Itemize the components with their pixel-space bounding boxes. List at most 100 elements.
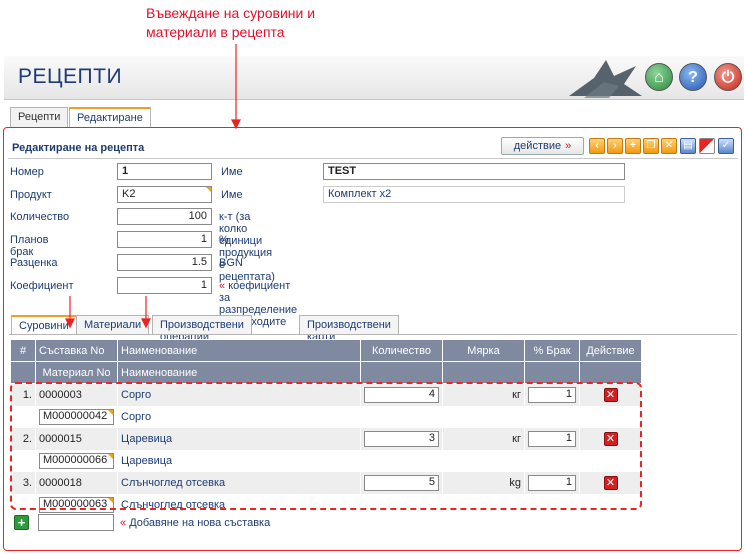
quantity-field[interactable]: 100	[117, 208, 212, 225]
panel-title: Редактиране на рецепта	[12, 142, 145, 154]
name-field[interactable]: TEST	[323, 163, 625, 180]
add-component-label[interactable]: Добавяне на нова съставка	[129, 517, 270, 529]
table-subrow: M000000063 Слънчоглед отсевка	[10, 493, 642, 516]
name-label: Име	[221, 166, 243, 178]
prev-icon[interactable]: ‹	[589, 138, 605, 154]
help-icon[interactable]: ?	[679, 63, 707, 91]
add-marker: «	[120, 517, 127, 529]
subcol-blank-3	[524, 361, 580, 384]
row-component: 0000018	[35, 471, 118, 494]
col-unit: Мярка	[442, 339, 525, 362]
row-waste-input[interactable]: 1	[528, 430, 576, 447]
row-component: 0000003	[35, 383, 118, 406]
cost-label: Разценка	[10, 257, 58, 269]
delete-row-icon[interactable]: ✕	[603, 475, 618, 490]
coefficient-label: Коефициент	[10, 280, 74, 292]
row-index: 3.	[10, 471, 36, 494]
quantity-hint: к-т (за колко единици продукция е рецепт…	[219, 211, 275, 283]
delete-row-icon[interactable]: ✕	[603, 431, 618, 446]
delete-row-icon[interactable]: ✕	[603, 387, 618, 402]
flag-icon[interactable]	[699, 138, 715, 154]
app-banner: РЕЦЕПТИ ⌂ ? ⏻	[4, 56, 744, 100]
row-waste-input[interactable]: 1	[528, 474, 576, 491]
add-icon[interactable]: +	[625, 138, 641, 154]
cost-field[interactable]: 1.5	[117, 254, 212, 271]
col-name: Наименование	[117, 339, 361, 362]
panel-header: Редактиране на рецепта действие» ‹ › + ❐…	[8, 137, 738, 159]
tab-production-cards[interactable]: Производствени карти	[299, 315, 399, 343]
tab-recipes[interactable]: Рецепти	[10, 107, 69, 127]
row-material-name[interactable]: Слънчоглед отсевка	[117, 493, 361, 516]
number-label: Номер	[10, 166, 44, 178]
table-row: 3. 0000018 Слънчоглед отсевка 5 kg 1 ✕	[10, 471, 642, 494]
quantity-unit: к-т	[219, 211, 233, 223]
row-material-name[interactable]: Сорго	[117, 405, 361, 428]
subcol-empty	[10, 361, 36, 384]
quantity-label: Количество	[10, 211, 70, 223]
tab-raw-materials[interactable]: Суровини	[11, 315, 77, 335]
coefficient-field[interactable]: 1	[117, 277, 212, 294]
confirm-icon[interactable]: ✓	[718, 138, 734, 154]
row-material-input[interactable]: M000000063	[39, 496, 114, 513]
components-table: # Съставка No Наименование Количество Мя…	[10, 339, 642, 516]
new-component-input[interactable]	[38, 514, 114, 531]
bird-logo-icon	[569, 60, 642, 98]
annotation-line-1: Въвеждане на суровини и	[146, 5, 316, 21]
row-component: 0000015	[35, 427, 118, 450]
product-label: Продукт	[10, 189, 52, 201]
row-name[interactable]: Сорго	[117, 383, 361, 406]
row-unit: kg	[442, 471, 525, 494]
row-waste-input[interactable]: 1	[528, 386, 576, 403]
add-component-hint: « Добавяне на нова съставка	[120, 517, 270, 529]
number-field[interactable]: 1	[117, 163, 212, 180]
waste-unit: %	[219, 234, 229, 246]
subcol-blank-2	[442, 361, 525, 384]
row-quantity-input[interactable]: 5	[364, 474, 439, 491]
subcol-name: Наименование	[117, 361, 361, 384]
waste-label: Планов брак	[10, 234, 49, 258]
row-index: 1.	[10, 383, 36, 406]
row-name[interactable]: Царевица	[117, 427, 361, 450]
delete-icon[interactable]: ✕	[661, 138, 677, 154]
action-label: действие	[513, 140, 562, 152]
coefficient-marker: «	[219, 280, 226, 292]
table-header-row: # Съставка No Наименование Количество Мя…	[10, 339, 642, 362]
row-material-input[interactable]: M000000042	[39, 408, 114, 425]
subcol-blank-4	[579, 361, 642, 384]
product-name-field: Комплект x2	[323, 186, 625, 203]
sub-tabs-divider	[9, 334, 737, 335]
waste-field[interactable]: 1	[117, 231, 212, 248]
col-component: Съставка No	[35, 339, 118, 362]
row-unit: кг	[442, 427, 525, 450]
annotation-line-2: материали в рецепта	[146, 24, 285, 40]
table-row: 1. 0000003 Сорго 4 кг 1 ✕	[10, 383, 642, 406]
add-component-icon[interactable]: +	[14, 515, 29, 530]
next-icon[interactable]: ›	[607, 138, 623, 154]
tab-materials[interactable]: Материали	[76, 315, 150, 335]
print-icon[interactable]: ▤	[680, 138, 696, 154]
row-unit: кг	[442, 383, 525, 406]
col-waste: % Брак	[524, 339, 580, 362]
action-arrow: »	[565, 140, 572, 152]
row-material-input[interactable]: M000000066	[39, 452, 114, 469]
page-title: РЕЦЕПТИ	[18, 65, 123, 88]
home-icon[interactable]: ⌂	[645, 63, 673, 91]
row-quantity-input[interactable]: 4	[364, 386, 439, 403]
row-name[interactable]: Слънчоглед отсевка	[117, 471, 361, 494]
tab-operations[interactable]: Производствени операции	[152, 315, 252, 343]
product-name-label: Име	[221, 189, 243, 201]
tab-edit[interactable]: Редактиране	[69, 107, 151, 127]
copy-icon[interactable]: ❐	[643, 138, 659, 154]
row-index: 2.	[10, 427, 36, 450]
action-button[interactable]: действие»	[501, 137, 584, 155]
row-material-name[interactable]: Царевица	[117, 449, 361, 472]
subcol-blank-1	[360, 361, 443, 384]
row-quantity-input[interactable]: 3	[364, 430, 439, 447]
power-icon[interactable]: ⏻	[714, 63, 742, 91]
col-num: #	[10, 339, 36, 362]
table-subrow: M000000066 Царевица	[10, 449, 642, 472]
product-field[interactable]: K2	[117, 186, 212, 203]
cost-unit: BGN	[219, 257, 243, 269]
table-subheader-row: Материал No Наименование	[10, 361, 642, 384]
subcol-material: Материал No	[35, 361, 118, 384]
